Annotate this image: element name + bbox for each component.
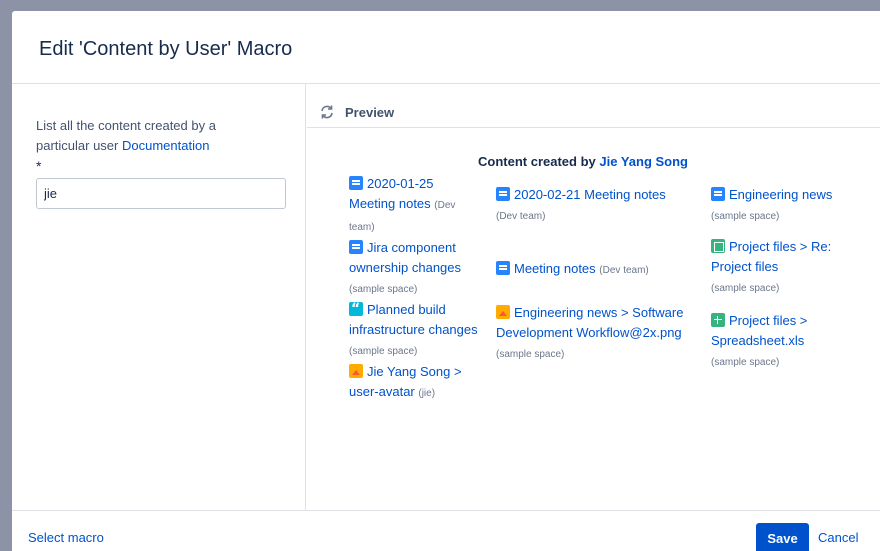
page-icon — [349, 240, 363, 254]
content-item: Jira component ownership changes (sample… — [349, 238, 483, 300]
content-item: Meeting notes (Dev team) — [496, 259, 710, 281]
dialog-footer: Select macro Save Cancel — [12, 510, 880, 551]
content-item: Engineering news (sample space) — [711, 185, 841, 227]
space-label: (sample space) — [496, 349, 565, 360]
content-link[interactable]: Meeting notes — [514, 261, 596, 276]
cancel-button[interactable]: Cancel — [818, 530, 858, 545]
user-link[interactable]: Jie Yang Song — [599, 154, 688, 169]
space-label: (sample space) — [711, 211, 780, 222]
page-icon — [349, 176, 363, 190]
file-icon — [711, 239, 725, 253]
content-link[interactable]: Engineering news > Software Development … — [496, 305, 683, 340]
image-icon — [349, 364, 363, 378]
content-item: 2020-02-21 Meeting notes (Dev team) — [496, 185, 710, 227]
select-macro-link[interactable]: Select macro — [28, 530, 104, 545]
space-label: (sample space) — [711, 357, 780, 368]
content-column-3: Engineering news (sample space) Project … — [711, 185, 841, 373]
dialog-title: Edit 'Content by User' Macro — [39, 38, 293, 60]
refresh-icon[interactable] — [318, 103, 336, 121]
content-link[interactable]: Jie Yang Song > user-avatar — [349, 364, 462, 399]
space-label: (Dev team) — [599, 265, 649, 276]
content-link[interactable]: Engineering news — [729, 187, 832, 202]
blog-icon — [349, 299, 363, 319]
content-column-2: 2020-02-21 Meeting notes (Dev team) Meet… — [496, 185, 710, 365]
macro-description: List all the content created by a partic… — [36, 116, 266, 156]
preview-header: Preview — [307, 84, 880, 128]
space-label: (jie) — [418, 388, 436, 399]
content-link[interactable]: Project files > Re: Project files — [711, 239, 831, 274]
space-label: (Dev team) — [496, 211, 546, 222]
preview-label: Preview — [345, 104, 395, 120]
username-input[interactable] — [36, 178, 286, 209]
content-link[interactable]: Project files > Spreadsheet.xls — [711, 313, 807, 348]
save-button[interactable]: Save — [756, 523, 809, 551]
content-item: Project files > Re: Project files (sampl… — [711, 237, 841, 299]
content-column-1: 2020-01-25 Meeting notes (Dev team) Jira… — [349, 174, 483, 404]
content-item: Jie Yang Song > user-avatar (jie) — [349, 362, 483, 404]
content-item: Project files > Spreadsheet.xls (sample … — [711, 311, 841, 373]
content-link[interactable]: Jira component ownership changes — [349, 240, 461, 275]
required-marker: * — [36, 158, 42, 174]
content-item: Planned build infrastructure changes (sa… — [349, 299, 483, 362]
dialog-header: Edit 'Content by User' Macro — [12, 11, 880, 84]
preview-heading: Content created by Jie Yang Song — [478, 154, 688, 169]
page-icon — [496, 187, 510, 201]
content-item: Engineering news > Software Development … — [496, 303, 710, 365]
preview-pane: Preview Content created by Jie Yang Song… — [307, 84, 880, 510]
content-item: 2020-01-25 Meeting notes (Dev team) — [349, 174, 483, 238]
edit-macro-dialog: Edit 'Content by User' Macro List all th… — [12, 11, 880, 551]
page-icon — [496, 261, 510, 275]
image-icon — [496, 305, 510, 319]
macro-parameters-pane: List all the content created by a partic… — [12, 84, 306, 510]
content-link[interactable]: 2020-02-21 Meeting notes — [514, 187, 666, 202]
preview-heading-prefix: Content created by — [478, 154, 596, 169]
page-icon — [711, 187, 725, 201]
documentation-link[interactable]: Documentation — [122, 138, 209, 153]
space-label: (sample space) — [711, 283, 780, 294]
dialog-body: List all the content created by a partic… — [12, 84, 880, 510]
space-label: (sample space) — [349, 346, 418, 357]
content-link[interactable]: Planned build infrastructure changes — [349, 302, 478, 337]
spreadsheet-icon — [711, 313, 725, 327]
space-label: (sample space) — [349, 284, 418, 295]
